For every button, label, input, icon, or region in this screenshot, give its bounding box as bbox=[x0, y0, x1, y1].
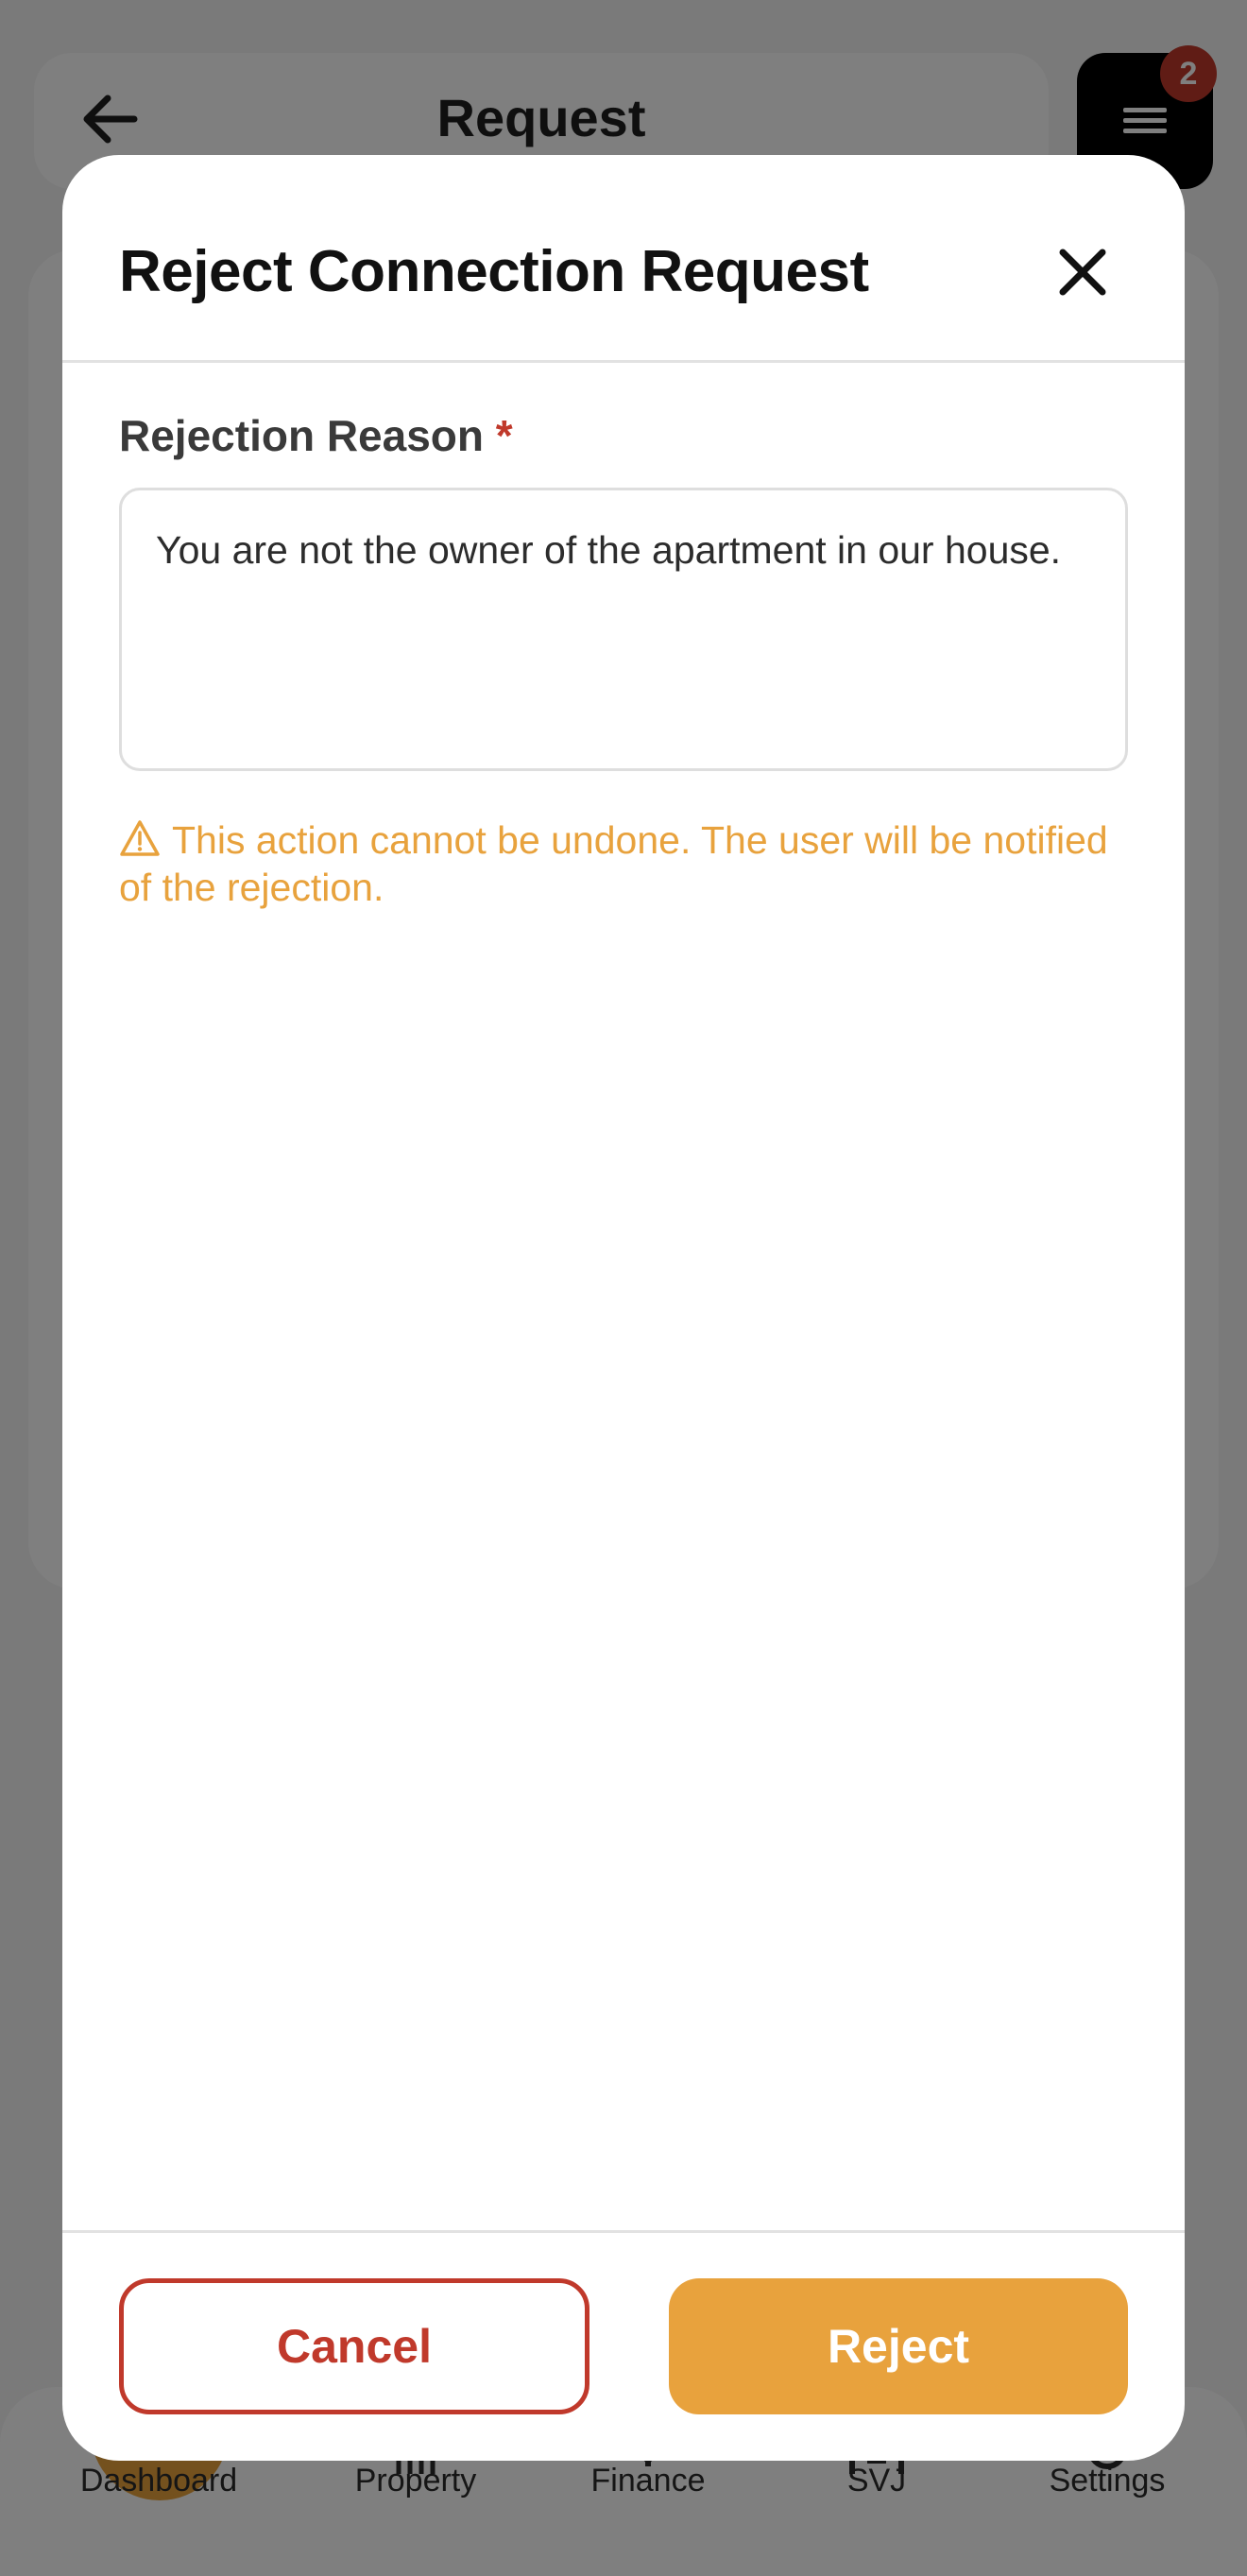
rejection-reason-label: Rejection Reason * bbox=[119, 410, 513, 461]
warning-icon bbox=[120, 820, 160, 856]
dialog-header: Reject Connection Request bbox=[62, 155, 1185, 363]
reject-button[interactable]: Reject bbox=[669, 2278, 1128, 2414]
warning-message: This action cannot be undone. The user w… bbox=[119, 816, 1120, 911]
required-marker: * bbox=[495, 411, 513, 460]
rejection-reason-input[interactable]: You are not the owner of the apartment i… bbox=[119, 488, 1128, 771]
rejection-reason-label-text: Rejection Reason bbox=[119, 411, 484, 460]
dialog-footer: Cancel Reject bbox=[62, 2230, 1185, 2461]
cancel-button[interactable]: Cancel bbox=[119, 2278, 589, 2414]
reject-request-dialog: Reject Connection Request Rejection Reas… bbox=[62, 155, 1185, 2461]
dialog-title: Reject Connection Request bbox=[119, 239, 869, 304]
warning-text: This action cannot be undone. The user w… bbox=[119, 818, 1108, 909]
close-button[interactable] bbox=[1045, 234, 1120, 310]
close-icon bbox=[1059, 249, 1106, 296]
